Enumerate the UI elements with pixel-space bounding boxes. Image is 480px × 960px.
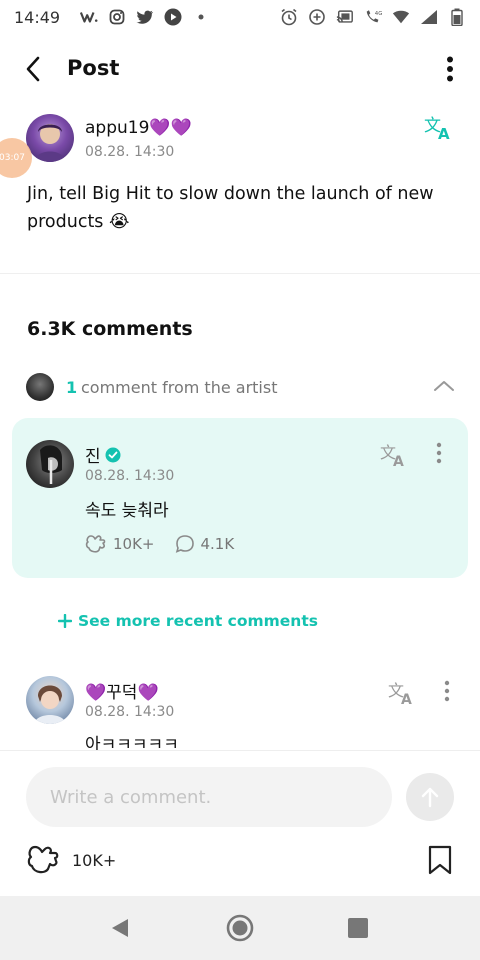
bookmark-button[interactable] <box>426 845 454 875</box>
artist-avatar[interactable] <box>26 440 74 488</box>
svg-text:A: A <box>438 125 450 142</box>
svg-text:A: A <box>393 454 404 468</box>
comment-text: 아ㅋㅋㅋㅋㅋ <box>85 735 179 752</box>
comment-more-button[interactable] <box>444 680 458 706</box>
artist-name[interactable]: 진 <box>85 442 121 467</box>
verified-badge-icon <box>105 447 121 462</box>
cast-icon <box>336 8 354 26</box>
translate-icon: 文 A <box>424 116 450 143</box>
like-count: 10K+ <box>113 535 155 553</box>
post-timestamp: 08.28. 14:30 <box>85 144 175 160</box>
more-options-button[interactable] <box>440 54 460 84</box>
artist-name-text: 진 <box>85 447 101 467</box>
nav-recents-button[interactable] <box>348 918 368 938</box>
kebab-menu-icon <box>444 680 450 702</box>
comment-composer: 10K+ <box>0 750 480 896</box>
artist-comments-toggle[interactable]: 1 comment from the artist <box>26 372 456 404</box>
see-more-comments-link[interactable]: See more recent comments <box>58 612 318 630</box>
status-time: 14:49 <box>14 7 61 27</box>
status-bar: 14:49 4G <box>0 0 480 34</box>
translate-button[interactable]: 文 A <box>424 114 456 143</box>
commenter-avatar[interactable] <box>26 676 74 724</box>
translate-icon: 文 A <box>380 443 404 470</box>
comment-more-button[interactable] <box>436 442 450 468</box>
artist-comment-text: 속도 늦춰라 <box>85 501 169 521</box>
translate-button[interactable]: 文 A <box>380 442 410 470</box>
artist-comment-actions: 10K+ 4.1K <box>85 534 234 554</box>
svg-text:4G: 4G <box>375 11 382 17</box>
collapse-button[interactable] <box>432 374 456 398</box>
top-app-bar: Post <box>0 44 480 96</box>
volte-icon: 4G <box>364 8 382 26</box>
youtube-icon <box>164 8 182 26</box>
reply-count: 4.1K <box>200 535 235 553</box>
instagram-icon <box>108 8 126 26</box>
kebab-menu-icon <box>436 442 442 464</box>
translate-icon: 文 A <box>388 681 412 708</box>
page-title: Post <box>67 56 120 80</box>
data-saver-icon <box>308 8 326 26</box>
comment-count: 6.3K comments <box>27 318 193 340</box>
post-body: Jin, tell Big Hit to slow down the launc… <box>27 184 434 232</box>
artist-comment-label: comment from the artist <box>81 378 278 397</box>
avatar[interactable] <box>26 114 74 162</box>
plus-icon <box>58 614 72 628</box>
chevron-left-icon <box>26 56 40 82</box>
cheer-icon <box>85 535 106 553</box>
cheer-icon <box>27 845 59 874</box>
artist-mini-avatar <box>26 373 54 401</box>
comment-item: 💜꾸덕💜 08.28. 14:30 아ㅋㅋㅋㅋㅋ 文 A <box>0 672 480 752</box>
post-author: appu19💜💜 08.28. 14:30 文 A <box>26 114 466 164</box>
like-button[interactable]: 10K+ <box>85 534 155 554</box>
back-button[interactable] <box>18 54 48 84</box>
home-circle-icon <box>226 914 254 942</box>
bookmark-icon <box>428 845 452 875</box>
arrow-up-icon <box>421 787 439 808</box>
alarm-icon <box>280 8 298 26</box>
system-navigation-bar <box>0 896 480 960</box>
floating-timer-badge[interactable]: 03:07 <box>0 138 32 178</box>
kebab-menu-icon <box>447 56 453 82</box>
svg-text:A: A <box>401 692 412 706</box>
post-like-button[interactable]: 10K+ <box>26 843 116 877</box>
comment-input[interactable] <box>26 767 392 827</box>
post-author-name[interactable]: appu19💜💜 <box>85 118 192 138</box>
post-like-count: 10K+ <box>72 850 117 870</box>
artist-comment-timestamp: 08.28. 14:30 <box>85 468 175 484</box>
artist-comment-card: 진 08.28. 14:30 속도 늦춰라 文 A 10K+ 4.1K <box>12 418 468 578</box>
nav-back-button[interactable] <box>108 916 132 940</box>
divider <box>0 273 480 274</box>
chevron-up-icon <box>434 381 454 391</box>
weverse-icon <box>80 8 98 26</box>
send-button[interactable] <box>406 773 454 821</box>
nav-home-button[interactable] <box>226 914 254 942</box>
comment-bubble-icon <box>175 535 194 553</box>
reply-button[interactable]: 4.1K <box>175 534 235 554</box>
signal-icon <box>420 8 438 26</box>
wifi-icon <box>392 8 410 26</box>
comment-timestamp: 08.28. 14:30 <box>85 704 175 720</box>
triangle-back-icon <box>112 919 128 937</box>
battery-icon <box>448 8 466 26</box>
translate-button[interactable]: 文 A <box>388 680 418 708</box>
artist-comment-count: 1 <box>66 378 78 397</box>
see-more-label: See more recent comments <box>78 612 318 630</box>
dot-icon <box>192 8 210 26</box>
twitter-icon <box>136 8 154 26</box>
commenter-name[interactable]: 💜꾸덕💜 <box>85 678 159 703</box>
